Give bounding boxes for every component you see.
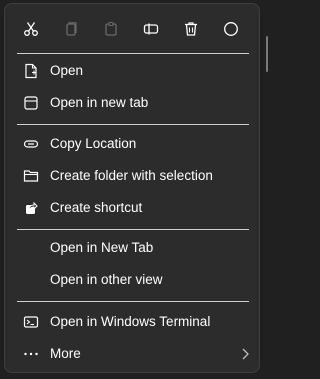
menu-item-label: Open in Windows Terminal xyxy=(50,314,211,329)
properties-button[interactable] xyxy=(214,12,248,46)
separator xyxy=(17,301,249,302)
menu-item-create-folder[interactable]: Create folder with selection xyxy=(9,161,257,191)
menu-item-label: Copy Location xyxy=(50,136,137,151)
circle-icon xyxy=(224,22,238,36)
paste-button[interactable] xyxy=(94,12,128,46)
scissors-icon xyxy=(24,22,38,36)
cut-button[interactable] xyxy=(14,12,48,46)
rename-icon xyxy=(143,23,159,35)
menu-item-open-other-view[interactable]: Open in other view xyxy=(9,265,257,295)
paste-icon xyxy=(105,21,117,36)
menu-item-open-new-tab[interactable]: Open in new tab xyxy=(9,88,257,118)
more-icon xyxy=(23,346,39,362)
new-file-icon xyxy=(23,63,39,79)
menu-item-more[interactable]: More xyxy=(9,339,257,369)
separator xyxy=(17,229,249,230)
scroll-indicator[interactable] xyxy=(266,36,268,72)
menu-item-label: Open in new tab xyxy=(50,95,149,110)
shortcut-icon xyxy=(23,200,39,216)
menu-item-open-terminal[interactable]: Open in Windows Terminal xyxy=(9,307,257,337)
context-menu-toolbar xyxy=(5,12,261,46)
menu-item-open[interactable]: Open xyxy=(9,56,257,86)
path-icon xyxy=(23,136,39,152)
menu-item-label: More xyxy=(50,346,81,361)
copy-button[interactable] xyxy=(54,12,88,46)
terminal-icon xyxy=(23,314,39,330)
menu-item-label: Open in other view xyxy=(50,272,163,287)
menu-item-create-shortcut[interactable]: Create shortcut xyxy=(9,193,257,223)
menu-item-label: Create folder with selection xyxy=(50,168,213,183)
menu-item-label: Open in New Tab xyxy=(50,240,154,255)
menu-item-open-in-new-tab[interactable]: Open in New Tab xyxy=(9,233,257,263)
copy-icon xyxy=(66,22,77,36)
folder-icon xyxy=(23,168,39,184)
delete-button[interactable] xyxy=(174,12,208,46)
menu-item-label: Create shortcut xyxy=(50,200,143,215)
menu-item-label: Open xyxy=(50,63,84,78)
tab-icon xyxy=(23,95,39,111)
context-menu: Open Open in new tab Copy Location Creat… xyxy=(4,3,260,373)
menu-item-copy-location[interactable]: Copy Location xyxy=(9,129,257,159)
trash-icon xyxy=(185,22,197,36)
separator xyxy=(17,53,249,54)
chevron-right-icon xyxy=(239,347,251,361)
separator xyxy=(17,124,249,125)
rename-button[interactable] xyxy=(134,12,168,46)
